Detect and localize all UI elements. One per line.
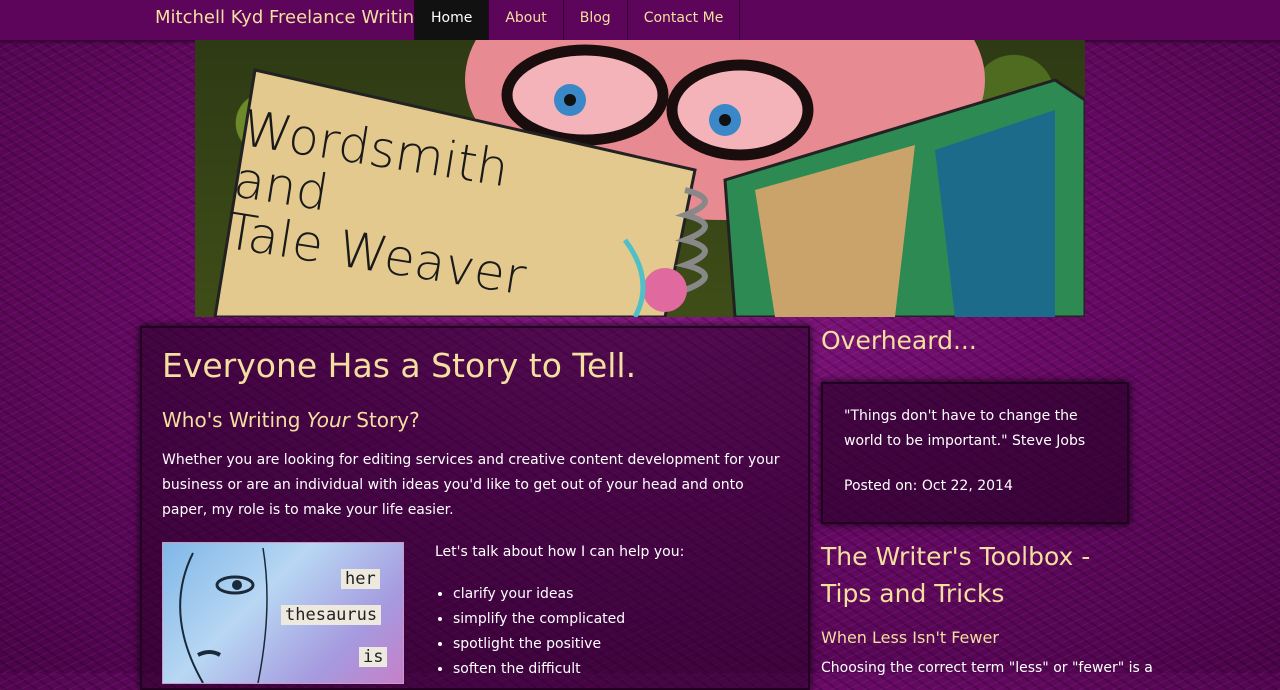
services-intro: Let's talk about how I can help you: <box>435 544 685 560</box>
collage-word: her <box>341 569 380 589</box>
glasses-right-icon <box>666 59 814 161</box>
sidebar: Overheard... "Things don't have to chang… <box>821 326 1153 676</box>
quote-box: "Things don't have to change the world t… <box>821 382 1129 524</box>
yarn-tassel-icon <box>643 268 687 312</box>
collage-word: is <box>359 647 388 667</box>
main-nav: Home About Blog Contact Me <box>414 0 741 40</box>
main-content: Everyone Has a Story to Tell. Who's Writ… <box>140 326 810 690</box>
list-item: spotlight the positive <box>453 632 795 657</box>
site-brand[interactable]: Mitchell Kyd Freelance Writing <box>155 7 426 28</box>
toolbox-heading: The Writer's Toolbox - Tips and Tricks <box>821 542 1091 608</box>
services-section: Let's talk about how I can help you: cla… <box>435 542 795 682</box>
page-title: Everyone Has a Story to Tell. <box>162 346 637 385</box>
list-item: simplify the complicated <box>453 607 795 632</box>
list-item: clarify your ideas <box>453 582 795 607</box>
nav-home[interactable]: Home <box>415 0 490 40</box>
quote-text: "Things don't have to change the world t… <box>844 408 1086 449</box>
post-title-link[interactable]: When Less Isn't Fewer <box>821 628 999 647</box>
nav-blog[interactable]: Blog <box>564 0 628 40</box>
hero-banner: Wordsmith and Tale Weaver <box>195 40 1085 317</box>
quote-date: Posted on: Oct 22, 2014 <box>844 478 1013 494</box>
nav-contact[interactable]: Contact Me <box>628 0 741 40</box>
overheard-heading: Overheard... <box>821 326 977 355</box>
post-snippet: Choosing the correct term "less" or "few… <box>821 660 1153 676</box>
page-subtitle: Who's Writing Your Story? <box>162 408 420 432</box>
top-navbar: Mitchell Kyd Freelance Writing Home Abou… <box>0 0 1280 41</box>
collage-word: thesaurus <box>281 605 382 625</box>
services-list: clarify your ideas simplify the complica… <box>435 582 795 682</box>
nav-about[interactable]: About <box>489 0 564 40</box>
intro-paragraph: Whether you are looking for editing serv… <box>162 452 780 518</box>
list-item: soften the difficult <box>453 657 795 682</box>
collage-image: her thesaurus is <box>162 542 404 684</box>
